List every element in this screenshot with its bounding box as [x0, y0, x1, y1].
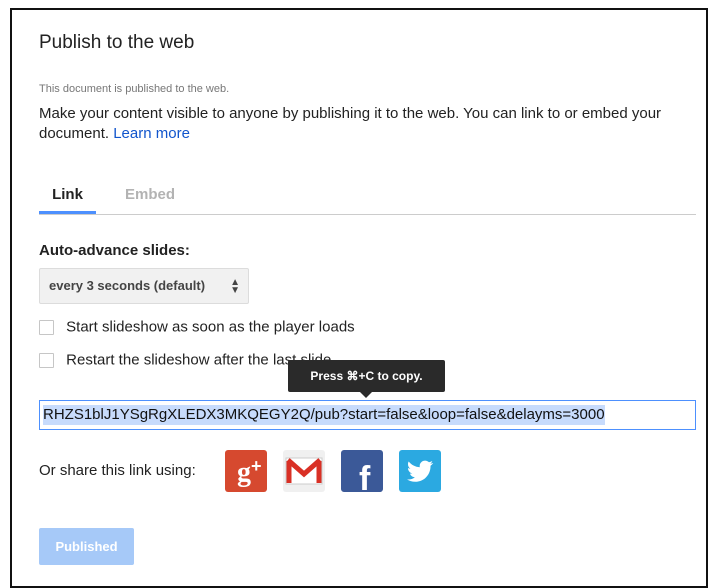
published-button[interactable]: Published	[39, 528, 134, 565]
restart-slideshow-checkbox[interactable]	[39, 352, 54, 368]
gmail-icon[interactable]	[283, 450, 325, 492]
twitter-icon[interactable]	[399, 450, 441, 492]
publish-status-note: This document is published to the web.	[39, 83, 230, 95]
auto-advance-selected-value: every 3 seconds (default)	[49, 278, 206, 293]
copy-tooltip: Press ⌘+C to copy.	[288, 360, 445, 398]
svg-text:f: f	[359, 460, 371, 492]
svg-text:g: g	[237, 457, 251, 488]
dialog-title: Publish to the web	[39, 32, 195, 53]
share-label: Or share this link using:	[39, 462, 196, 479]
start-slideshow-label: Start slideshow as soon as the player lo…	[66, 318, 355, 336]
start-slideshow-checkbox[interactable]	[39, 319, 54, 335]
published-link-field[interactable]: RHZS1blJ1YSgRgXLEDX3MKQEGY2Q/pub?start=f…	[39, 400, 696, 430]
svg-text:+: +	[251, 456, 262, 476]
dialog-description: Make your content visible to anyone by p…	[39, 104, 679, 144]
google-plus-icon[interactable]: g +	[225, 450, 267, 492]
facebook-icon[interactable]: f	[341, 450, 383, 492]
learn-more-link[interactable]: Learn more	[113, 125, 190, 142]
tab-link[interactable]: Link	[39, 186, 96, 214]
auto-advance-label: Auto-advance slides:	[39, 242, 190, 259]
published-link-text: RHZS1blJ1YSgRgXLEDX3MKQEGY2Q/pub?start=f…	[43, 405, 605, 425]
auto-advance-select[interactable]: every 3 seconds (default) ▲ ▼	[39, 268, 249, 304]
tab-bar: Link Embed	[39, 186, 696, 215]
tab-embed[interactable]: Embed	[125, 186, 175, 214]
start-slideshow-row[interactable]: Start slideshow as soon as the player lo…	[39, 318, 355, 336]
publish-dialog: Publish to the web This document is publ…	[10, 8, 708, 588]
select-arrows-icon: ▲ ▼	[230, 277, 240, 296]
